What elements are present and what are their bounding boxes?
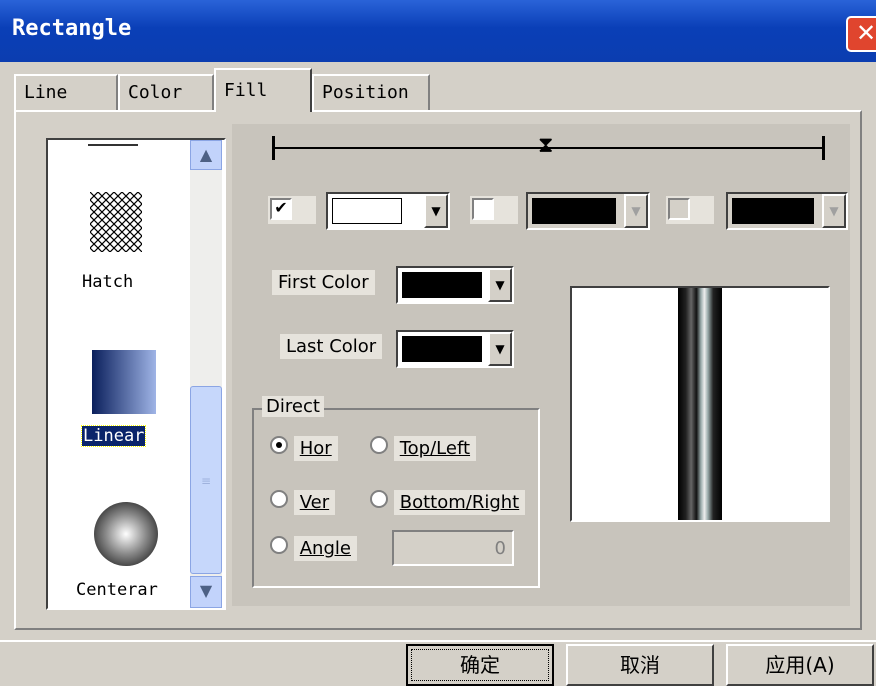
linear-label[interactable]: Linear <box>80 425 147 447</box>
radio-bottom-right-button[interactable] <box>370 490 388 508</box>
hatch-label[interactable]: Hatch <box>82 272 133 292</box>
ok-button[interactable]: 确定 <box>406 644 554 686</box>
tab-color[interactable]: Color <box>118 74 214 110</box>
stop1-color-combo[interactable]: ▼ <box>326 192 450 230</box>
first-color-swatch <box>402 272 482 298</box>
chevron-down-icon[interactable]: ▼ <box>624 194 648 228</box>
title-bar <box>0 0 876 62</box>
close-button[interactable]: ✕ <box>846 16 876 52</box>
radio-bottom-right-label[interactable]: Bottom/Right <box>393 490 526 515</box>
stop3-checkbox[interactable] <box>668 198 690 220</box>
centerar-label[interactable]: Centerar <box>76 580 158 600</box>
radio-ver-button[interactable] <box>270 490 288 508</box>
last-color-combo[interactable]: ▼ <box>396 330 514 368</box>
tab-divider-cover <box>216 108 310 114</box>
chevron-down-icon[interactable]: ▼ <box>488 268 512 302</box>
tab-line[interactable]: Line <box>14 74 118 110</box>
window-title: Rectangle <box>12 16 132 41</box>
cancel-button[interactable]: 取消 <box>566 644 714 686</box>
last-color-label: Last Color <box>280 334 383 359</box>
radio-angle-button[interactable] <box>270 536 288 554</box>
chevron-down-icon[interactable]: ▼ <box>488 332 512 366</box>
tab-fill[interactable]: Fill <box>214 68 312 112</box>
separator <box>0 640 876 642</box>
fill-preview <box>570 286 830 522</box>
slider-handle-icon[interactable]: ⧗ <box>538 134 553 158</box>
partial-item <box>88 140 138 146</box>
first-color-combo[interactable]: ▼ <box>396 266 514 304</box>
first-color-label: First Color <box>272 270 375 295</box>
scroll-down-icon[interactable]: ▼ <box>190 576 222 608</box>
radio-hor-label[interactable]: Hor <box>293 436 338 461</box>
radio-angle-label[interactable]: Angle <box>293 536 357 561</box>
radio-ver[interactable]: Ver <box>270 490 336 515</box>
linear-gradient-icon[interactable] <box>92 350 156 414</box>
radio-top-left-button[interactable] <box>370 436 388 454</box>
stop3-swatch <box>732 198 814 224</box>
stop1-swatch <box>332 198 402 224</box>
slider-right-cap <box>822 136 825 160</box>
stop3-color-combo[interactable]: ▼ <box>726 192 848 230</box>
stop1-checkbox[interactable]: ✔ <box>270 198 292 220</box>
stop2-color-combo[interactable]: ▼ <box>526 192 650 230</box>
preview-gradient-strip <box>678 288 722 520</box>
last-color-swatch <box>402 336 482 362</box>
apply-button[interactable]: 应用(A) <box>726 644 874 686</box>
hatch-icon[interactable] <box>90 192 142 252</box>
direct-legend: Direct <box>262 396 324 417</box>
chevron-down-icon[interactable]: ▼ <box>424 194 448 228</box>
radio-hor[interactable]: Hor <box>270 436 338 461</box>
scroll-up-icon[interactable]: ▲ <box>190 140 222 170</box>
scroll-thumb[interactable]: ≡ <box>190 386 222 574</box>
stop2-checkbox[interactable] <box>472 198 494 220</box>
radio-top-left[interactable]: Top/Left <box>370 436 477 461</box>
stop2-swatch <box>532 198 616 224</box>
radio-ver-label[interactable]: Ver <box>293 490 336 515</box>
radial-gradient-icon[interactable] <box>94 502 158 566</box>
angle-input[interactable]: 0 <box>392 530 514 566</box>
chevron-down-icon[interactable]: ▼ <box>822 194 846 228</box>
radio-hor-button[interactable] <box>270 436 288 454</box>
tab-position[interactable]: Position <box>312 74 430 110</box>
radio-bottom-right[interactable]: Bottom/Right <box>370 490 526 515</box>
radio-top-left-label[interactable]: Top/Left <box>393 436 477 461</box>
radio-angle[interactable]: Angle <box>270 536 357 561</box>
